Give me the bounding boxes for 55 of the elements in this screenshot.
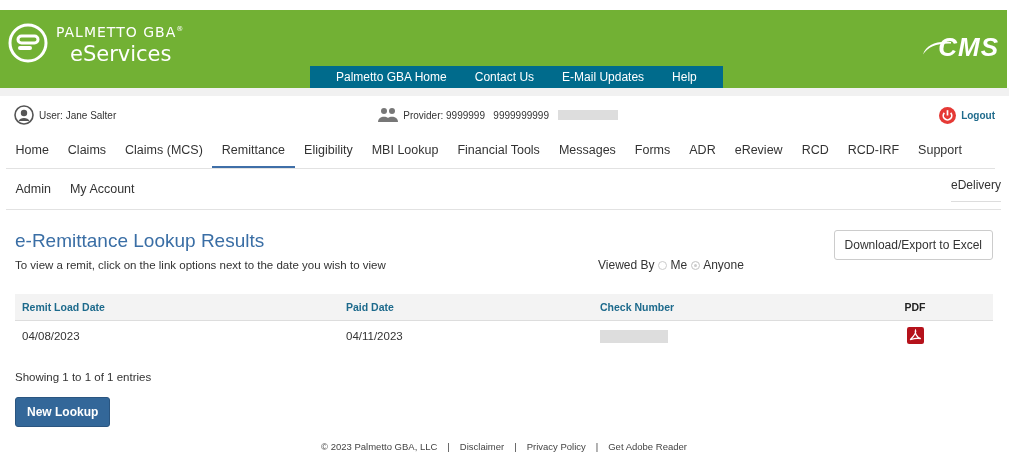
logout-link[interactable]: Logout xyxy=(939,106,995,124)
footer-link[interactable]: Disclaimer xyxy=(459,441,505,452)
provider-label: Provider: 9999999 9999999999 xyxy=(403,109,549,121)
column-header: Paid Date xyxy=(339,294,593,321)
viewed-by-label: Viewed By xyxy=(598,258,655,272)
instructions-text: To view a remit, click on the link options next to the date you wish to view xyxy=(15,259,387,271)
nav-tab[interactable]: Remittance xyxy=(212,134,295,168)
pdf-icon[interactable] xyxy=(906,326,924,344)
radio-option[interactable]: Me xyxy=(658,258,688,272)
nav-tab[interactable]: Messages xyxy=(549,134,626,168)
copyright-text: © 2023 Palmetto GBA, LLC xyxy=(321,441,438,452)
radio-option[interactable]: Anyone xyxy=(691,258,744,272)
top-link[interactable]: Help xyxy=(658,70,711,84)
logo-icon xyxy=(8,23,48,64)
top-link[interactable]: Contact Us xyxy=(460,70,549,84)
page-title: e-Remittance Lookup Results xyxy=(15,230,265,252)
table-cell: 04/08/2023 xyxy=(15,320,339,351)
top-link[interactable]: E-Mail Updates xyxy=(548,70,659,84)
redacted-block xyxy=(600,329,668,343)
nav-tab[interactable]: Support xyxy=(908,134,972,168)
nav-tab[interactable]: RCD-IRF xyxy=(838,134,909,168)
column-header: Remit Load Date xyxy=(15,294,339,321)
nav-tab[interactable]: MBI Lookup xyxy=(362,134,448,168)
nav-tab[interactable]: Financial Tools xyxy=(447,134,550,168)
footer-link[interactable]: Get Adobe Reader xyxy=(608,441,687,452)
new-lookup-button[interactable]: New Lookup xyxy=(15,397,111,427)
redacted-block xyxy=(557,110,618,120)
column-header: Check Number xyxy=(593,294,837,321)
nav-tab[interactable]: ADR xyxy=(679,134,726,168)
nav-tab[interactable]: RCD xyxy=(792,134,839,168)
nav-tab[interactable]: Home xyxy=(6,134,59,168)
nav-tab[interactable]: Claims (MCS) xyxy=(115,134,213,168)
table-cell: 04/11/2023 xyxy=(339,320,593,351)
top-link[interactable]: Palmetto GBA Home xyxy=(322,70,461,84)
separator: | xyxy=(514,441,517,452)
separator: | xyxy=(447,441,450,452)
cms-logo: CMS xyxy=(938,32,999,63)
column-header: PDF xyxy=(837,294,993,321)
power-icon xyxy=(939,106,957,124)
nav-tab[interactable]: Claims xyxy=(58,134,116,168)
nav-tab[interactable]: eDelivery xyxy=(951,169,1001,202)
product-name: eServices xyxy=(69,40,173,67)
user-icon xyxy=(14,105,34,125)
brand-name: PALMETTO GBA$^{®}$ xyxy=(56,22,185,41)
nav-tab[interactable]: My Account xyxy=(60,169,145,209)
nav-tab[interactable]: Forms xyxy=(625,134,680,168)
entries-info: Showing 1 to 1 of 1 entries xyxy=(15,371,153,383)
nav-tab[interactable]: eReview xyxy=(725,134,793,168)
export-button[interactable]: Download/Export to Excel xyxy=(833,230,993,260)
people-icon xyxy=(378,107,399,123)
user-label: User: Jane Salter xyxy=(39,109,117,121)
nav-tab[interactable]: Eligibility xyxy=(294,134,363,168)
footer-link[interactable]: Privacy Policy xyxy=(526,441,586,452)
separator: | xyxy=(595,441,599,452)
nav-tab[interactable]: Admin xyxy=(6,169,61,209)
